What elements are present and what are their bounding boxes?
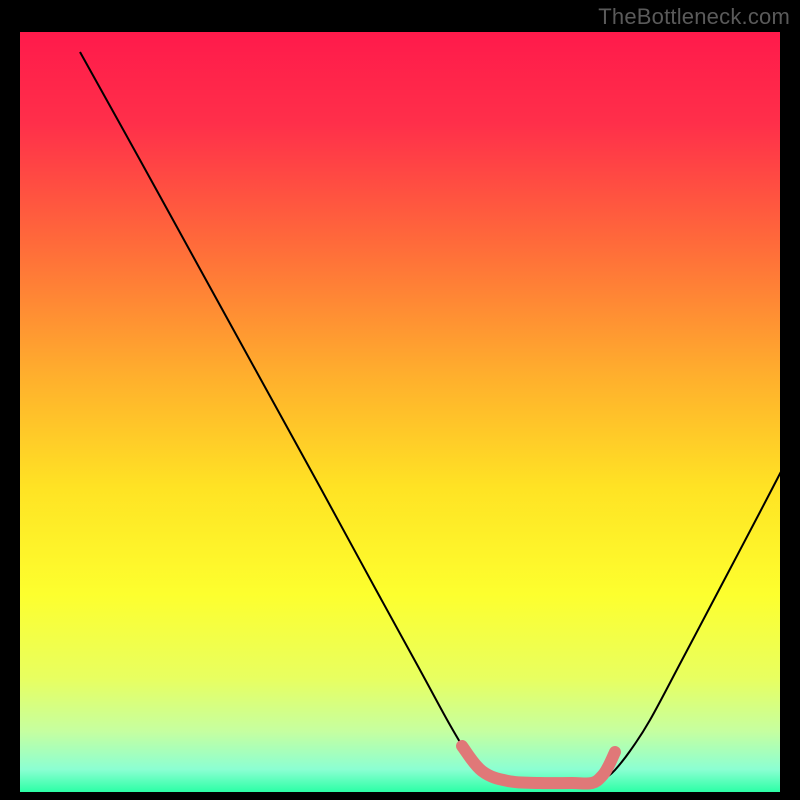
watermark-text: TheBottleneck.com [598, 4, 790, 30]
gradient-background [20, 32, 780, 792]
bottleneck-chart [0, 0, 800, 800]
chart-stage: TheBottleneck.com [0, 0, 800, 800]
